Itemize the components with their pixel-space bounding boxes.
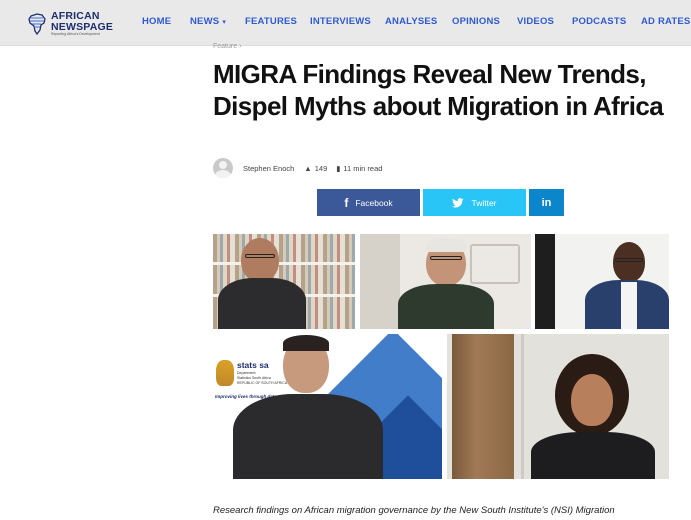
- slide-sub-3: REPUBLIC OF SOUTH AFRICA: [237, 381, 288, 385]
- nav-features[interactable]: FEATURES: [245, 16, 297, 27]
- nav-home[interactable]: HOME: [142, 16, 171, 27]
- slide-sub-1: Department:: [237, 371, 257, 375]
- read-time: 11 min read: [343, 163, 383, 173]
- article-lead-paragraph: Research findings on African migration g…: [213, 505, 615, 516]
- facebook-icon: f: [344, 195, 349, 210]
- nav-analyses[interactable]: ANALYSES: [385, 16, 437, 27]
- view-count: 149: [314, 163, 328, 173]
- flame-icon: ▲: [304, 163, 312, 173]
- nav-news[interactable]: NEWS ▾: [190, 16, 226, 27]
- article-meta: Stephen Enoch ▲ 149 ▮ 11 min read: [213, 157, 382, 179]
- share-twitter-button[interactable]: Twitter: [423, 189, 526, 216]
- slide-sub-2: Statistics South Africa: [237, 376, 271, 380]
- author-avatar[interactable]: [213, 158, 233, 178]
- slide-logo-text: stats sa: [237, 360, 269, 370]
- breadcrumb-label: Feature: [213, 43, 238, 50]
- nav-interviews[interactable]: INTERVIEWS: [310, 16, 371, 27]
- coat-of-arms-icon: [216, 360, 234, 386]
- breadcrumb[interactable]: Feature ›: [213, 43, 241, 50]
- share-facebook-button[interactable]: f Facebook: [317, 189, 420, 216]
- top-navigation-bar: AFRICAN NEWSPAGE Reporting Africa's Deve…: [0, 0, 691, 46]
- nav-podcasts[interactable]: PODCASTS: [572, 16, 626, 27]
- featured-image: stats sa Department: Statistics South Af…: [213, 234, 669, 479]
- video-tile-3: [535, 234, 669, 329]
- nav-opinions[interactable]: OPINIONS: [452, 16, 500, 27]
- video-tile-4: stats sa Department: Statistics South Af…: [213, 334, 442, 479]
- article-title: MIGRA Findings Reveal New Trends, Dispel…: [213, 59, 664, 121]
- nav-videos[interactable]: VIDEOS: [517, 16, 554, 27]
- main-nav: HOME NEWS ▾ FEATURES INTERVIEWS ANALYSES …: [0, 16, 691, 32]
- logo-tagline: Reporting Africa's Development: [51, 32, 100, 37]
- bookmark-icon: ▮: [336, 163, 341, 173]
- chevron-down-icon: ▾: [222, 19, 227, 26]
- nav-news-label: NEWS: [190, 16, 220, 27]
- video-tile-1: [213, 234, 355, 329]
- video-tile-2: [360, 234, 531, 329]
- video-tile-5: [447, 334, 669, 479]
- linkedin-icon: in: [541, 196, 552, 209]
- share-linkedin-button[interactable]: in: [529, 189, 564, 216]
- nav-ad-rates[interactable]: AD RATES: [641, 16, 690, 27]
- twitter-bird-icon: [452, 197, 464, 208]
- share-facebook-label: Facebook: [355, 197, 393, 208]
- share-twitter-label: Twitter: [471, 197, 497, 208]
- author-name[interactable]: Stephen Enoch: [243, 164, 294, 173]
